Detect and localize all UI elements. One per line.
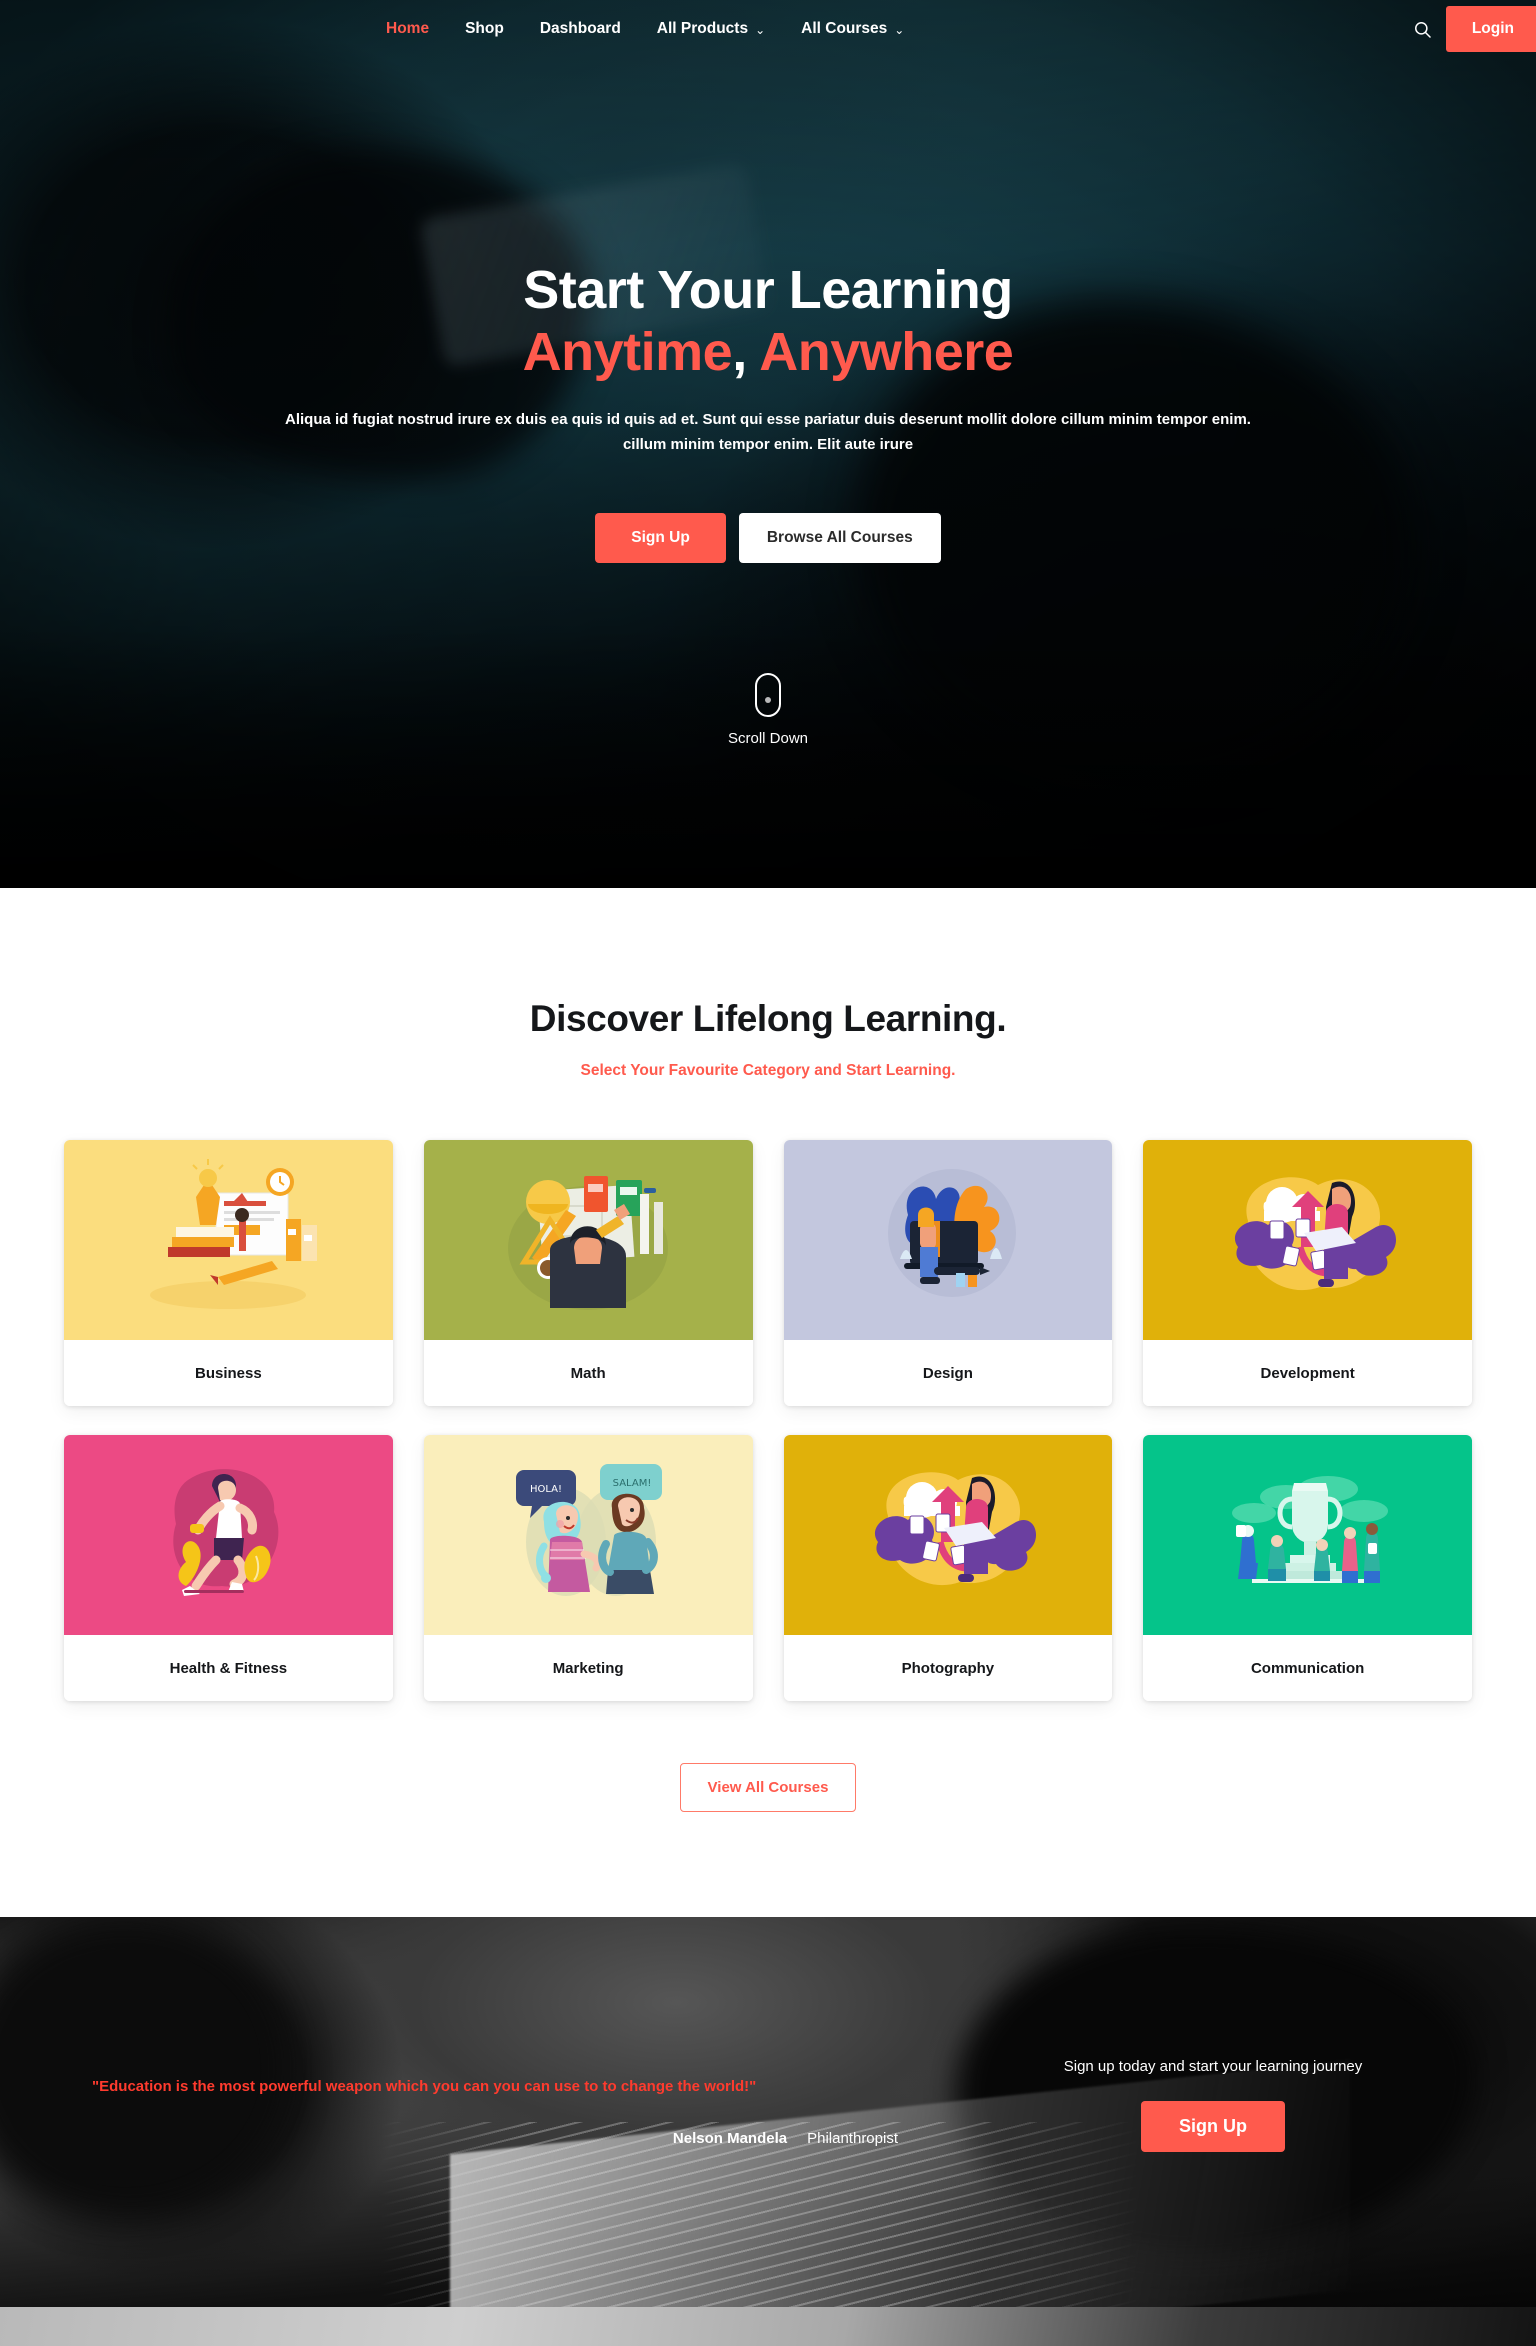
nav-item-label: All Products <box>656 20 749 37</box>
nav-item-dashboard[interactable]: Dashboard <box>522 14 639 44</box>
view-all-wrapper: View All Courses <box>0 1763 1536 1812</box>
nav-item-label: All Courses <box>801 20 888 37</box>
quote-cta-section: "Education is the most powerful weapon w… <box>0 1917 1536 2307</box>
hero-title-accent-anytime: Anytime <box>522 321 733 382</box>
category-card-label: Health & Fitness <box>64 1635 393 1701</box>
development-illustration <box>874 1472 1036 1586</box>
hero-title-line1: Start Your Learning <box>523 260 1013 320</box>
quote-content: "Education is the most powerful weapon w… <box>64 1917 1472 2307</box>
login-button[interactable]: Login <box>1445 6 1536 52</box>
category-card-label: Business <box>64 1340 393 1406</box>
business-illustration <box>150 1159 318 1309</box>
search-icon <box>1415 21 1432 38</box>
hero-title-accent-anywhere: Anywhere <box>759 321 1014 382</box>
nav-right-actions: Login <box>1400 6 1536 52</box>
cta-signup-button[interactable]: Sign Up <box>1141 2101 1285 2152</box>
nav-item-all-products[interactable]: All Products ⌄ <box>639 14 783 44</box>
hero-title: Start Your Learning Anytime, Anywhere <box>0 260 1536 383</box>
hero-action-buttons: Sign Up Browse All Courses <box>0 512 1536 563</box>
cta-block: Sign up today and start your learning jo… <box>954 2058 1472 2152</box>
hero-subtitle: Aliqua id fugiat nostrud irure ex duis e… <box>285 411 1251 453</box>
category-card-label: Design <box>783 1340 1113 1406</box>
category-card-thumbnail <box>64 1140 393 1340</box>
design-illustration <box>887 1169 1016 1297</box>
category-card[interactable]: HOLA! SALAM! Marketing <box>423 1435 753 1701</box>
category-card-label: Photography <box>783 1635 1113 1701</box>
nav-links: Home Shop Dashboard All Products ⌄ All C… <box>368 14 922 44</box>
view-all-courses-button[interactable]: View All Courses <box>679 1763 857 1812</box>
svg-text:SALAM!: SALAM! <box>613 1478 652 1489</box>
cta-text: Sign up today and start your learning jo… <box>1063 2058 1363 2075</box>
category-card-thumbnail <box>1143 1140 1472 1340</box>
marketing-illustration: HOLA! SALAM! <box>516 1464 663 1596</box>
category-card-label: Math <box>423 1340 753 1406</box>
category-card-thumbnail: HOLA! SALAM! <box>423 1435 753 1635</box>
category-card[interactable]: Health & Fitness <box>64 1435 393 1701</box>
hero-title-comma: , <box>732 321 747 382</box>
quote-role: Philanthropist <box>807 2129 898 2147</box>
category-card[interactable]: Business <box>64 1140 393 1406</box>
category-card[interactable]: Photography <box>783 1435 1113 1701</box>
nav-item-shop[interactable]: Shop <box>447 14 522 44</box>
category-card-thumbnail <box>783 1140 1113 1340</box>
category-card-thumbnail <box>423 1140 753 1340</box>
chevron-down-icon: ⌄ <box>894 23 905 37</box>
category-card-label: Development <box>1143 1340 1472 1406</box>
quote-attribution: Nelson Mandela Philanthropist <box>92 2130 954 2147</box>
category-card-thumbnail <box>783 1435 1113 1635</box>
category-card[interactable]: Communication <box>1143 1435 1472 1701</box>
scroll-down-label: Scroll Down <box>727 729 809 747</box>
fitness-illustration <box>173 1469 279 1596</box>
nav-item-label: Dashboard <box>539 20 621 37</box>
page-bottom-strip <box>0 2307 1536 2346</box>
nav-item-label: Shop <box>465 20 504 37</box>
main-navbar: Home Shop Dashboard All Products ⌄ All C… <box>0 0 1536 58</box>
categories-header: Discover Lifelong Learning. Select Your … <box>0 998 1536 1080</box>
chevron-down-icon: ⌄ <box>755 23 766 37</box>
quote-text: "Education is the most powerful weapon w… <box>92 2077 757 2095</box>
category-cards-grid: Business Math Design Development Health … <box>64 1140 1472 1701</box>
math-illustration <box>508 1175 669 1310</box>
browse-all-courses-button[interactable]: Browse All Courses <box>738 512 941 563</box>
hero-content: Start Your Learning Anytime, Anywhere Al… <box>0 58 1536 747</box>
categories-section: Discover Lifelong Learning. Select Your … <box>0 888 1536 1917</box>
category-card-thumbnail <box>1143 1435 1472 1635</box>
hero-section: Home Shop Dashboard All Products ⌄ All C… <box>0 0 1536 888</box>
nav-item-all-courses[interactable]: All Courses ⌄ <box>783 14 922 44</box>
quote-author: Nelson Mandela <box>672 2129 788 2147</box>
nav-item-label: Home <box>386 20 430 37</box>
category-card-thumbnail <box>64 1435 393 1635</box>
mouse-scroll-icon <box>755 672 781 717</box>
category-card[interactable]: Math <box>423 1140 753 1406</box>
development-illustration <box>1234 1177 1396 1291</box>
quote-block: "Education is the most powerful weapon w… <box>64 2078 954 2147</box>
category-card-label: Marketing <box>423 1635 753 1701</box>
category-card[interactable]: Design <box>783 1140 1113 1406</box>
category-card-label: Communication <box>1143 1635 1472 1701</box>
search-button[interactable] <box>1400 6 1446 52</box>
scroll-down-indicator[interactable]: Scroll Down <box>0 672 1536 747</box>
hero-signup-button[interactable]: Sign Up <box>595 512 726 563</box>
svg-text:HOLA!: HOLA! <box>530 1484 562 1495</box>
nav-item-home[interactable]: Home <box>368 14 447 44</box>
category-card[interactable]: Development <box>1143 1140 1472 1406</box>
communication-illustration <box>1231 1476 1388 1583</box>
categories-subtitle: Select Your Favourite Category and Start… <box>580 1062 956 1079</box>
page-title: Discover Lifelong Learning. <box>529 998 1007 1039</box>
